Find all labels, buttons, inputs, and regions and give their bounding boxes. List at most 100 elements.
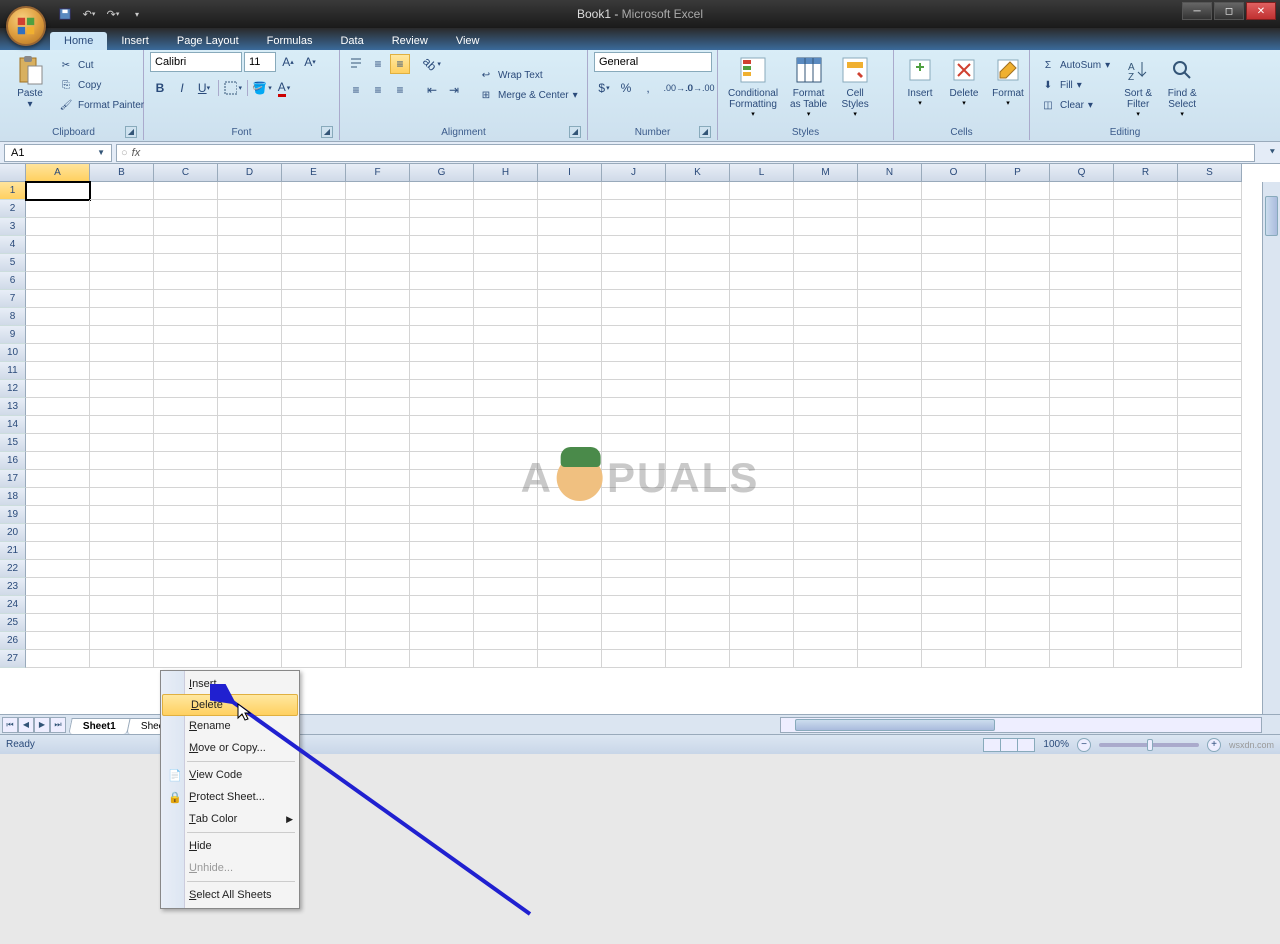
- tab-formulas[interactable]: Formulas: [253, 32, 327, 50]
- column-header[interactable]: F: [346, 164, 410, 182]
- cell[interactable]: [730, 416, 794, 434]
- cell[interactable]: [794, 650, 858, 668]
- cell[interactable]: [538, 182, 602, 200]
- cell[interactable]: [730, 578, 794, 596]
- cell[interactable]: [602, 398, 666, 416]
- cell[interactable]: [666, 578, 730, 596]
- cell[interactable]: [986, 254, 1050, 272]
- cell[interactable]: [666, 632, 730, 650]
- cell[interactable]: [858, 236, 922, 254]
- cell[interactable]: [666, 488, 730, 506]
- cell[interactable]: [602, 182, 666, 200]
- cell[interactable]: [986, 650, 1050, 668]
- font-size-select[interactable]: [244, 52, 276, 72]
- cell[interactable]: [1114, 344, 1178, 362]
- cell[interactable]: [346, 488, 410, 506]
- cell[interactable]: [666, 326, 730, 344]
- row-header[interactable]: 13: [0, 398, 26, 416]
- cell[interactable]: [1114, 308, 1178, 326]
- cell[interactable]: [410, 632, 474, 650]
- column-header[interactable]: H: [474, 164, 538, 182]
- sort-filter-button[interactable]: AZSort & Filter▾: [1118, 52, 1158, 120]
- cell[interactable]: [154, 416, 218, 434]
- cell[interactable]: [346, 200, 410, 218]
- cell[interactable]: [90, 398, 154, 416]
- cell[interactable]: [666, 380, 730, 398]
- cell[interactable]: [26, 542, 90, 560]
- maximize-button[interactable]: ◻: [1214, 2, 1244, 20]
- cell[interactable]: [154, 398, 218, 416]
- vscroll-thumb[interactable]: [1265, 196, 1278, 236]
- cell[interactable]: [794, 200, 858, 218]
- row-header[interactable]: 25: [0, 614, 26, 632]
- percent-format[interactable]: %: [616, 78, 636, 98]
- cell[interactable]: [538, 326, 602, 344]
- cell[interactable]: [1114, 452, 1178, 470]
- cell[interactable]: [154, 434, 218, 452]
- cell[interactable]: [538, 524, 602, 542]
- cell[interactable]: [986, 578, 1050, 596]
- cell[interactable]: [1178, 290, 1242, 308]
- cell[interactable]: [282, 200, 346, 218]
- cell[interactable]: [794, 542, 858, 560]
- cell[interactable]: [346, 452, 410, 470]
- cell[interactable]: [282, 542, 346, 560]
- sheet-last[interactable]: ⏭: [50, 717, 66, 733]
- cell[interactable]: [474, 344, 538, 362]
- cell[interactable]: [346, 542, 410, 560]
- menu-selectall[interactable]: Select All Sheets: [161, 884, 299, 906]
- cell[interactable]: [922, 398, 986, 416]
- row-header[interactable]: 7: [0, 290, 26, 308]
- cell[interactable]: [922, 488, 986, 506]
- cell[interactable]: [538, 218, 602, 236]
- cell[interactable]: [538, 290, 602, 308]
- conditional-formatting-button[interactable]: Conditional Formatting▾: [724, 52, 782, 120]
- menu-rename[interactable]: Rename: [161, 715, 299, 737]
- redo-button[interactable]: ↷▾: [104, 5, 122, 23]
- vertical-scrollbar[interactable]: [1262, 182, 1280, 714]
- cell[interactable]: [1178, 488, 1242, 506]
- cell[interactable]: [26, 344, 90, 362]
- cell[interactable]: [282, 470, 346, 488]
- cell[interactable]: [666, 470, 730, 488]
- cell[interactable]: [346, 218, 410, 236]
- cell[interactable]: [538, 560, 602, 578]
- grow-font-button[interactable]: A▴: [278, 52, 298, 72]
- cell[interactable]: [858, 506, 922, 524]
- cell[interactable]: [410, 416, 474, 434]
- cell[interactable]: [1050, 488, 1114, 506]
- horizontal-scrollbar[interactable]: [780, 717, 1262, 733]
- cell[interactable]: [858, 614, 922, 632]
- cell[interactable]: [1050, 632, 1114, 650]
- menu-protect[interactable]: 🔒Protect Sheet...: [161, 786, 299, 808]
- cell[interactable]: [1178, 344, 1242, 362]
- cell[interactable]: [986, 200, 1050, 218]
- cell[interactable]: [538, 200, 602, 218]
- cell[interactable]: [1178, 614, 1242, 632]
- cell[interactable]: [90, 326, 154, 344]
- cell[interactable]: [986, 272, 1050, 290]
- cell[interactable]: [538, 236, 602, 254]
- cell[interactable]: [858, 416, 922, 434]
- cell[interactable]: [602, 560, 666, 578]
- cell[interactable]: [986, 632, 1050, 650]
- column-header[interactable]: K: [666, 164, 730, 182]
- cell[interactable]: [282, 254, 346, 272]
- cell[interactable]: [858, 398, 922, 416]
- cell[interactable]: [538, 272, 602, 290]
- cell[interactable]: [922, 182, 986, 200]
- cell[interactable]: [602, 524, 666, 542]
- cell[interactable]: [90, 542, 154, 560]
- cell[interactable]: [666, 614, 730, 632]
- cell[interactable]: [538, 596, 602, 614]
- cell[interactable]: [1178, 182, 1242, 200]
- cell[interactable]: [410, 398, 474, 416]
- decrease-decimal[interactable]: .0→.00: [690, 78, 710, 98]
- cell[interactable]: [538, 488, 602, 506]
- row-header[interactable]: 10: [0, 344, 26, 362]
- cells-area[interactable]: [26, 182, 1262, 714]
- cell[interactable]: [986, 434, 1050, 452]
- cell[interactable]: [922, 650, 986, 668]
- cell[interactable]: [794, 254, 858, 272]
- cell[interactable]: [154, 326, 218, 344]
